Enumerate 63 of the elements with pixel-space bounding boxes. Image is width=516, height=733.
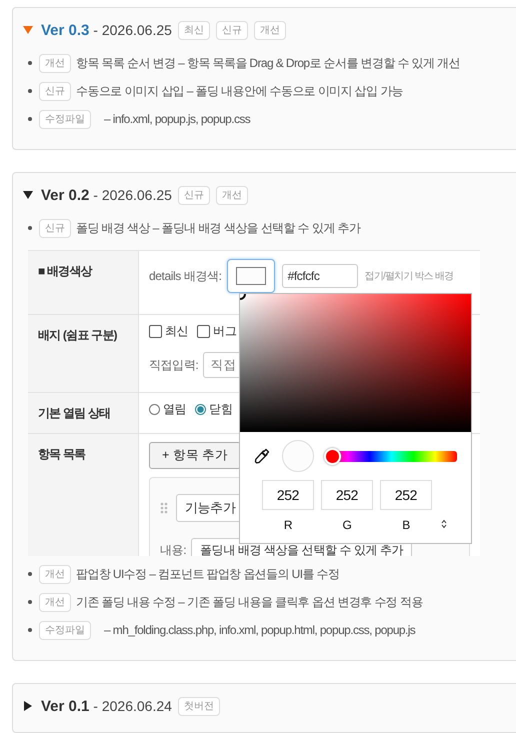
tag-label: 신규 (216, 20, 248, 40)
version-title[interactable]: Ver 0.3 - 2026.06.25 (41, 22, 172, 38)
eyedropper-icon[interactable] (254, 448, 270, 464)
tag-label: 개선 (39, 54, 71, 72)
color-preview (282, 440, 314, 472)
field-label: 직접입력: (149, 356, 198, 374)
change-text: 폴딩 배경 색상 – 폴딩내 배경 색상을 선택할 수 있게 추가 (76, 220, 360, 236)
tag-label: 개선 (254, 20, 286, 40)
option-label: 최신 (165, 323, 188, 340)
tag-label: 수정파일 (39, 110, 91, 128)
checkbox[interactable] (197, 325, 210, 338)
channel-label: R (284, 518, 292, 532)
change-text: 항목 목록 순서 변경 – 항목 목록을 Drag & Drop로 순서를 변경할 수 있게 개선 (76, 54, 460, 72)
change-text: – mh_folding.class.php, info.xml, popup.html, popup.css, popup.js (104, 623, 416, 637)
field-label: details 배경색: (149, 268, 222, 284)
version-title[interactable]: Ver 0.2 - 2026.06.25 (41, 186, 172, 204)
add-item-button[interactable]: + 항목 추가 (149, 442, 242, 469)
change-text: 팝업창 UI수정 – 컴포넌트 팝업창 옵션들의 UI를 수정 (76, 566, 340, 582)
hint-text: 접기/펼치기 박스 배경 (364, 270, 454, 283)
tag-label: 개선 (216, 186, 248, 204)
setting-label: 기본 열림 상태 (38, 406, 110, 420)
caret-icon[interactable] (23, 701, 33, 711)
bullet-icon (28, 628, 32, 632)
hex-field[interactable]: #fcfcfc (282, 264, 358, 288)
bullet-icon (28, 61, 32, 65)
hue-slider[interactable] (326, 450, 457, 462)
channel-field[interactable]: 252 (380, 480, 432, 510)
bullet-icon (28, 226, 32, 230)
tag-label: 신규 (39, 218, 71, 238)
option-label: 열림 (163, 401, 186, 418)
bullet-icon (28, 572, 32, 576)
caret-icon[interactable] (23, 190, 33, 200)
change-text: – info.xml, popup.js, popup.css (104, 112, 250, 126)
tag-label: 수정파일 (39, 620, 91, 640)
saturation-area[interactable] (240, 294, 471, 432)
channel-field[interactable]: 252 (262, 480, 314, 510)
up-down-arrows-icon[interactable] (441, 519, 447, 529)
bullet-icon (28, 89, 32, 93)
bullet-icon (28, 600, 32, 604)
setting-label: 배지 (쉼표 구분) (38, 328, 117, 342)
channel-label: G (342, 518, 352, 532)
bullet-icon (28, 117, 32, 121)
version-title[interactable]: Ver 0.1 - 2026.06.24 (41, 698, 172, 714)
setting-label: 항목 목록 (38, 447, 86, 461)
field-label: 내용: (160, 542, 186, 556)
tag-label: 개선 (39, 564, 71, 584)
setting-label: ■ 배경색상 (38, 264, 92, 278)
radio-button[interactable] (149, 404, 160, 415)
change-text: 수동으로 이미지 삽입 – 폴딩 내용안에 수동으로 이미지 삽입 가능 (76, 82, 404, 100)
drag-handle-icon[interactable] (160, 502, 168, 514)
tag-label: 신규 (178, 186, 210, 204)
tag-label: 첫버전 (178, 696, 220, 716)
channel-label: B (402, 518, 410, 532)
change-text: 기존 폴딩 내용 수정 – 기존 폴딩 내용을 클릭후 옵션 변경후 수정 적용 (76, 594, 423, 610)
checkbox[interactable] (149, 325, 162, 338)
option-label: 버그 (213, 323, 236, 340)
option-label: 닫힘 (209, 401, 232, 418)
tag-label: 신규 (39, 82, 71, 100)
tag-label: 개선 (39, 592, 71, 612)
color-swatch[interactable] (226, 259, 275, 293)
channel-field[interactable]: 252 (321, 480, 373, 510)
tag-label: 최신 (178, 20, 210, 40)
radio-button[interactable] (195, 404, 206, 415)
